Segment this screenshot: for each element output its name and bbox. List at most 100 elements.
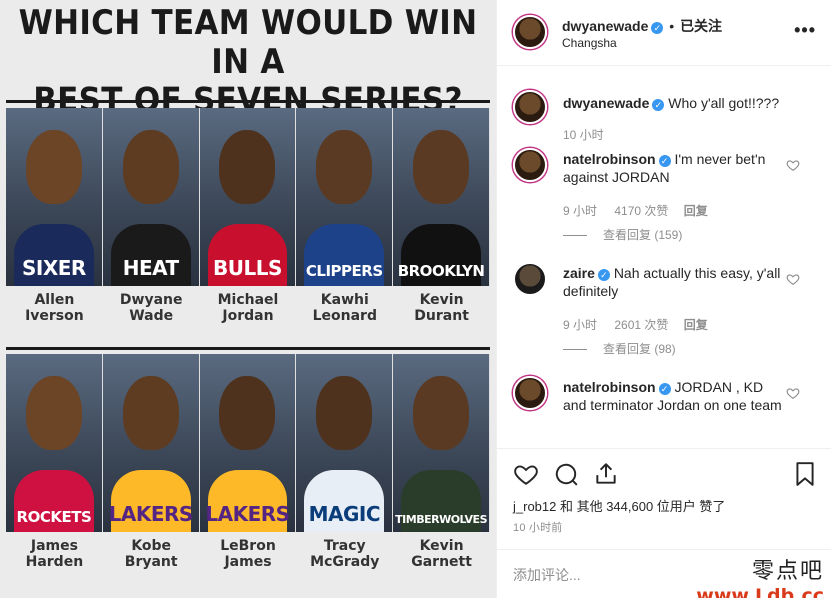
player-name: Kevin Durant — [393, 286, 490, 324]
comment-bubble-icon[interactable] — [553, 461, 579, 487]
player-last-name: Jordan — [222, 308, 274, 324]
player-head — [316, 130, 373, 204]
comment-text-block: natelrobinson ✓ I'm never bet'n against J… — [563, 150, 783, 186]
player-first-name: Kevin — [419, 292, 464, 308]
watermark-url: www.Ldb.cc — [696, 585, 824, 598]
view-replies[interactable]: 查看回复 (159) — [563, 226, 682, 243]
author-username[interactable]: dwyanewade — [562, 18, 648, 34]
reply-button[interactable]: 回复 — [684, 318, 708, 332]
player-name: Dwyane Wade — [103, 286, 200, 324]
author-avatar[interactable] — [513, 15, 547, 49]
comment-time[interactable]: 9 小时 — [563, 318, 597, 332]
player-first-name: Dwyane — [119, 292, 183, 308]
view-replies[interactable]: 查看回复 (98) — [563, 340, 676, 357]
commenter-avatar[interactable] — [513, 148, 547, 182]
player-first-name: Kobe — [131, 538, 172, 554]
post-image[interactable]: WHICH TEAM WOULD WIN IN A BEST OF SEVEN … — [0, 0, 496, 598]
headline-line-1: WHICH TEAM WOULD WIN IN A — [18, 3, 478, 82]
player-name: Kobe Bryant — [103, 532, 200, 570]
like-heart-icon[interactable] — [786, 158, 800, 172]
player-photo: TIMBERWOLVES — [393, 354, 490, 532]
player-head — [413, 130, 470, 204]
comment-likes-count[interactable]: 2601 次赞 — [614, 318, 668, 332]
view-replies-label[interactable]: 查看回复 (159) — [603, 228, 682, 242]
comment-text-block: zaire ✓ Nah actually this easy, y'all def… — [563, 264, 783, 300]
reply-button[interactable]: 回复 — [684, 204, 708, 218]
player-card: MAGIC Tracy McGrady — [296, 354, 394, 570]
comment-item: natelrobinson ✓ I'm never bet'n against J… — [513, 148, 816, 248]
divider-bar — [6, 100, 490, 103]
player-head — [122, 130, 179, 204]
player-photo: ROCKETS — [6, 354, 103, 532]
player-head — [219, 376, 276, 450]
player-name: James Harden — [6, 532, 103, 570]
comment-likes-count[interactable]: 4170 次赞 — [614, 204, 668, 218]
jersey-team-text: CLIPPERS — [305, 262, 383, 280]
replies-dash — [563, 235, 587, 237]
location-link[interactable]: Changsha — [562, 36, 617, 50]
player-card: TIMBERWOLVES Kevin Garnett — [393, 354, 490, 570]
player-last-name: Garnett — [411, 554, 472, 570]
team-row-2: ROCKETS James Harden LAKERS Kobe Bryant LAKERS… — [6, 354, 490, 570]
commenter-avatar[interactable] — [513, 376, 547, 410]
like-heart-icon[interactable] — [786, 272, 800, 286]
follow-button[interactable]: 已关注 — [680, 18, 722, 34]
verified-badge-icon: ✓ — [658, 155, 671, 167]
jersey-team-text: ROCKETS — [16, 508, 92, 526]
player-photo: BULLS — [199, 108, 297, 286]
player-last-name: Bryant — [124, 554, 178, 570]
player-name: Allen Iverson — [6, 286, 103, 324]
player-card: LAKERS Kobe Bryant — [102, 354, 200, 570]
player-first-name: Michael — [217, 292, 279, 308]
comment-input-placeholder: 添加评论... — [513, 567, 581, 583]
share-icon[interactable] — [593, 461, 619, 487]
player-photo: CLIPPERS — [296, 108, 394, 286]
player-first-name: Kevin — [419, 538, 464, 554]
player-card: BULLS Michael Jordan — [199, 108, 297, 324]
player-head — [25, 130, 82, 204]
bookmark-icon[interactable] — [792, 461, 818, 487]
player-name: LeBron James — [200, 532, 297, 570]
player-card: ROCKETS James Harden — [6, 354, 103, 570]
commenter-avatar[interactable] — [513, 262, 547, 296]
comment-text-block: dwyanewade ✓ Who y'all got!!??? — [563, 94, 783, 112]
player-head — [25, 376, 82, 450]
player-head — [413, 376, 470, 450]
player-photo: LAKERS — [199, 354, 297, 532]
view-replies-label[interactable]: 查看回复 (98) — [603, 342, 676, 356]
jersey-team-text: TIMBERWOLVES — [395, 513, 487, 526]
post-timestamp[interactable]: 10 小时前 — [513, 519, 563, 535]
comment-item: natelrobinson ✓ JORDAN , KD and terminato… — [513, 376, 816, 436]
player-photo: MAGIC — [296, 354, 394, 532]
jersey-team-text: LAKERS — [205, 502, 290, 526]
more-options-icon[interactable]: ••• — [794, 20, 816, 41]
replies-dash — [563, 349, 587, 351]
like-heart-icon[interactable] — [786, 386, 800, 400]
verified-badge-icon: ✓ — [658, 383, 671, 395]
player-last-name: McGrady — [310, 554, 380, 570]
commenter-username[interactable]: dwyanewade — [563, 95, 649, 111]
commenter-username[interactable]: natelrobinson — [563, 379, 656, 395]
player-card: HEAT Dwyane Wade — [102, 108, 200, 324]
player-first-name: James — [30, 538, 78, 554]
commenter-username[interactable]: natelrobinson — [563, 151, 656, 167]
jersey-team-text: BULLS — [213, 256, 282, 280]
separator-dot: • — [669, 18, 675, 34]
comment-time[interactable]: 10 小时 — [563, 128, 604, 142]
player-first-name: LeBron — [220, 538, 276, 554]
divider-bar — [6, 347, 490, 350]
player-head — [316, 376, 373, 450]
like-heart-icon[interactable] — [513, 461, 539, 487]
comment-time[interactable]: 9 小时 — [563, 204, 597, 218]
commenter-avatar[interactable] — [513, 90, 547, 124]
likes-summary[interactable]: j_rob12 和 其他 344,600 位用户 赞了 — [513, 496, 725, 515]
player-photo: SIXER — [6, 108, 103, 286]
team-row-1: SIXER Allen Iverson HEAT Dwyane Wade BULLS Mich… — [6, 108, 490, 324]
jersey-team-text: LAKERS — [108, 502, 194, 526]
player-last-name: Leonard — [312, 308, 377, 324]
watermark-chinese: 零点吧 — [751, 559, 824, 584]
jersey-team-text: SIXER — [21, 256, 86, 280]
caption: dwyanewade ✓ Who y'all got!!??? 10 小时 — [513, 90, 816, 150]
comment-item: zaire ✓ Nah actually this easy, y'all def… — [513, 262, 816, 362]
commenter-username[interactable]: zaire — [563, 265, 595, 281]
